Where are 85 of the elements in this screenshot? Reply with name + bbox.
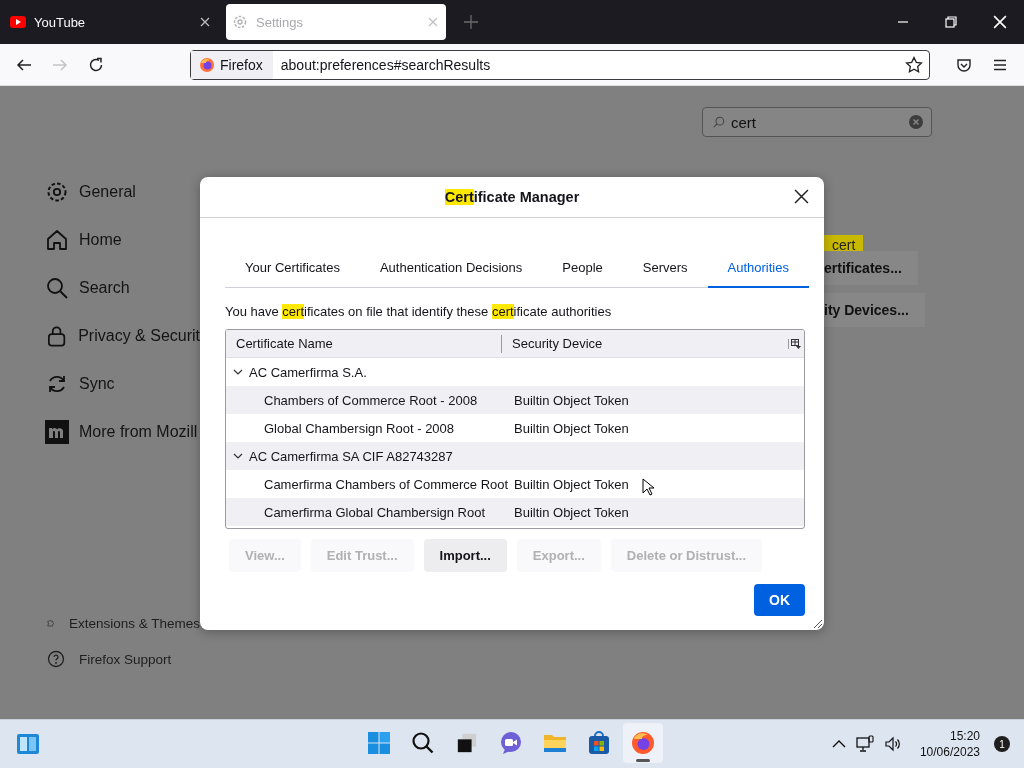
sidebar-link[interactable]: Firefox Support (47, 641, 200, 677)
play-logo-icon (10, 16, 26, 28)
clock-time[interactable]: 15:20 (949, 728, 980, 744)
gear-icon (232, 14, 248, 30)
fox-logo-icon (631, 731, 655, 755)
restore-icon[interactable] (945, 16, 957, 28)
sidebar-label: General (79, 183, 136, 201)
chevron-icon[interactable] (233, 367, 243, 377)
home-icon (45, 228, 69, 252)
table-row[interactable]: Camerfirma Global Chambersign Root Builtin Object Token (226, 498, 804, 526)
table-cell-text: Camerfirma Chambers of Commerce Root (263, 476, 510, 492)
sidebar-item[interactable]: Home (45, 216, 200, 264)
sidebar-link-label: Firefox Support (79, 651, 172, 667)
sidebar-item[interactable]: Sync (45, 360, 200, 408)
identity-label[interactable]: Firefox (191, 50, 273, 79)
sidebar-label: Home (79, 231, 122, 249)
table-cell-text: Chambers of Commerce Root - 2008 (263, 392, 479, 408)
pocket-icon[interactable] (956, 56, 972, 73)
chevron-up-icon[interactable] (831, 739, 846, 749)
table-row[interactable]: Global Chambersign Root - 2008 Builtin Object Token (226, 414, 804, 442)
dialog-tab[interactable]: Authentication Decisions (359, 252, 543, 288)
dialog-tab[interactable]: People (542, 252, 623, 288)
sidebar-label: More from Mozill (79, 423, 198, 441)
sidebar-link-label: Extensions & Themes (68, 615, 200, 631)
dialog-tab[interactable]: Servers (622, 252, 708, 288)
table-cell: AC Camerfirma S.A. (249, 364, 367, 380)
column-header[interactable]: Security Device (502, 330, 788, 357)
close-icon[interactable] (794, 189, 809, 204)
back-arrow-icon[interactable] (16, 56, 32, 73)
cursor-icon (642, 478, 654, 496)
star-icon[interactable] (905, 55, 923, 74)
volume-icon[interactable] (883, 735, 902, 753)
table-cell: Builtin Object Token (514, 420, 629, 436)
table-row[interactable]: AC Camerfirma S.A. (226, 358, 804, 386)
notification-badge[interactable]: 1 (994, 736, 1010, 752)
sidebar-label: Privacy & Securit (78, 327, 200, 345)
table-cell: Builtin Object Token (514, 504, 629, 520)
widgets-icon[interactable] (16, 732, 40, 756)
task-view-icon (456, 732, 478, 754)
reload-icon[interactable] (88, 56, 104, 73)
taskbar-app[interactable] (623, 723, 663, 763)
clock-date[interactable]: 10/06/2023 (919, 744, 980, 760)
windows-logo-icon (367, 731, 391, 755)
tab-title: Settings (256, 14, 304, 30)
search-icon (45, 276, 69, 300)
table-cell: Builtin Object Token (514, 476, 629, 492)
sidebar-link[interactable]: Extensions & Themes (47, 605, 200, 641)
table-cell-text: Global Chambersign Root - 2008 (263, 420, 456, 436)
fox-logo-icon (199, 56, 215, 73)
sidebar-item[interactable]: General (45, 168, 200, 216)
dialog-tab[interactable]: Authorities (707, 252, 809, 288)
dialog-tab[interactable]: Your Certificates (225, 252, 360, 288)
video-chat-icon (499, 731, 523, 755)
table-cell: AC Camerfirma SA CIF A82743287 (249, 448, 453, 464)
clear-icon[interactable] (909, 115, 923, 129)
ok-button[interactable]: OK (754, 584, 805, 616)
search-icon (713, 116, 725, 128)
sidebar-item[interactable]: Search (45, 264, 200, 312)
sidebar-item[interactable]: More from Mozill (45, 408, 200, 456)
table-row[interactable]: Camerfirma Chambers of Commerce Root Builtin Object Token (226, 470, 804, 498)
column-header[interactable]: Certificate Name (226, 334, 502, 353)
search-value: cert (731, 113, 757, 131)
dialog-button[interactable]: Import... (423, 539, 507, 572)
resize-grip-icon[interactable] (811, 617, 823, 629)
column-picker-icon[interactable] (788, 338, 801, 349)
sidebar-item[interactable]: Privacy & Securit (45, 312, 200, 360)
sidebar-label: Sync (79, 375, 115, 393)
sidebar-label: Search (79, 279, 130, 297)
tab-title: YouTube (34, 14, 87, 30)
url-text: about:preferences#searchResults (279, 56, 492, 73)
settings-icon (45, 180, 69, 204)
help-icon (47, 650, 65, 668)
chevron-icon[interactable] (233, 451, 243, 461)
m-logo-icon (45, 420, 69, 444)
new-tab-icon[interactable] (464, 15, 478, 29)
table-row[interactable]: Chambers of Commerce Root - 2008 Builtin Object Token (226, 386, 804, 414)
network-icon[interactable] (855, 735, 874, 753)
search-field[interactable]: cert (702, 107, 932, 137)
table-row[interactable]: AC Camerfirma SA CIF A82743287 (226, 442, 804, 470)
table-cell-text: Camerfirma Global Chambersign Root (263, 504, 487, 520)
store-bag-icon (587, 731, 611, 755)
address-field[interactable]: Firefox about:preferences#searchResults (190, 49, 930, 80)
browser-tab[interactable]: YouTube (4, 4, 218, 40)
search-icon (411, 731, 435, 755)
table-cell: Builtin Object Token (514, 392, 629, 408)
